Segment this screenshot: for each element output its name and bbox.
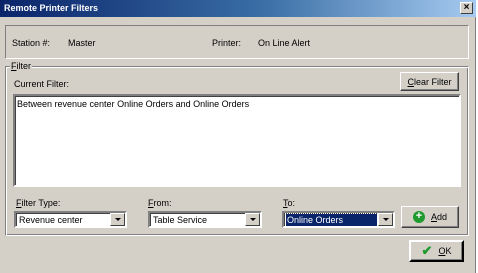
- station-info-panel: Station #: Master Printer: On Line Alert: [5, 25, 469, 59]
- filter-type-value: Revenue center: [19, 215, 83, 225]
- current-filter-label: Current Filter:: [14, 79, 70, 89]
- clear-filter-label: Clear Filter: [407, 76, 452, 87]
- from-dropdown-button[interactable]: [245, 213, 260, 226]
- from-value: Table Service: [153, 215, 208, 225]
- from-label: From:: [148, 198, 172, 208]
- add-button-label: Add: [430, 212, 448, 222]
- filter-type-dropdown-button[interactable]: [110, 213, 125, 226]
- to-value: Online Orders: [285, 213, 378, 227]
- remote-printer-filters-dialog: Remote Printer Filters × Station #: Mast…: [0, 0, 476, 273]
- station-label: Station #:: [12, 38, 51, 48]
- filter-type-label: Filter Type:: [16, 198, 61, 208]
- window-title: Remote Printer Filters: [4, 3, 99, 13]
- current-filter-textbox[interactable]: Between revenue center Online Orders and…: [13, 94, 461, 187]
- add-button[interactable]: + Add: [401, 206, 459, 228]
- printer-value: On Line Alert: [258, 38, 311, 48]
- plus-circle-icon: +: [412, 211, 425, 223]
- ok-button-label: OK: [438, 246, 452, 256]
- printer-label: Printer:: [212, 38, 242, 48]
- checkmark-icon: ✔: [421, 243, 433, 258]
- to-dropdown[interactable]: Online Orders: [282, 211, 395, 228]
- clear-filter-button[interactable]: Clear Filter: [400, 72, 459, 91]
- to-label: To:: [283, 198, 296, 208]
- chevron-down-icon: [249, 218, 256, 221]
- chevron-down-icon: [114, 218, 121, 221]
- close-icon: ×: [463, 2, 470, 13]
- to-dropdown-button[interactable]: [378, 213, 393, 226]
- filter-group-legend: Filter: [10, 61, 33, 71]
- from-dropdown[interactable]: Table Service: [148, 211, 262, 228]
- close-button[interactable]: ×: [460, 2, 473, 14]
- ok-button[interactable]: ✔ OK: [409, 240, 464, 262]
- title-bar[interactable]: Remote Printer Filters ×: [0, 0, 476, 17]
- station-value: Master: [68, 38, 96, 48]
- chevron-down-icon: [382, 218, 389, 221]
- filter-type-dropdown[interactable]: Revenue center: [14, 211, 127, 228]
- current-filter-text: Between revenue center Online Orders and…: [17, 99, 250, 109]
